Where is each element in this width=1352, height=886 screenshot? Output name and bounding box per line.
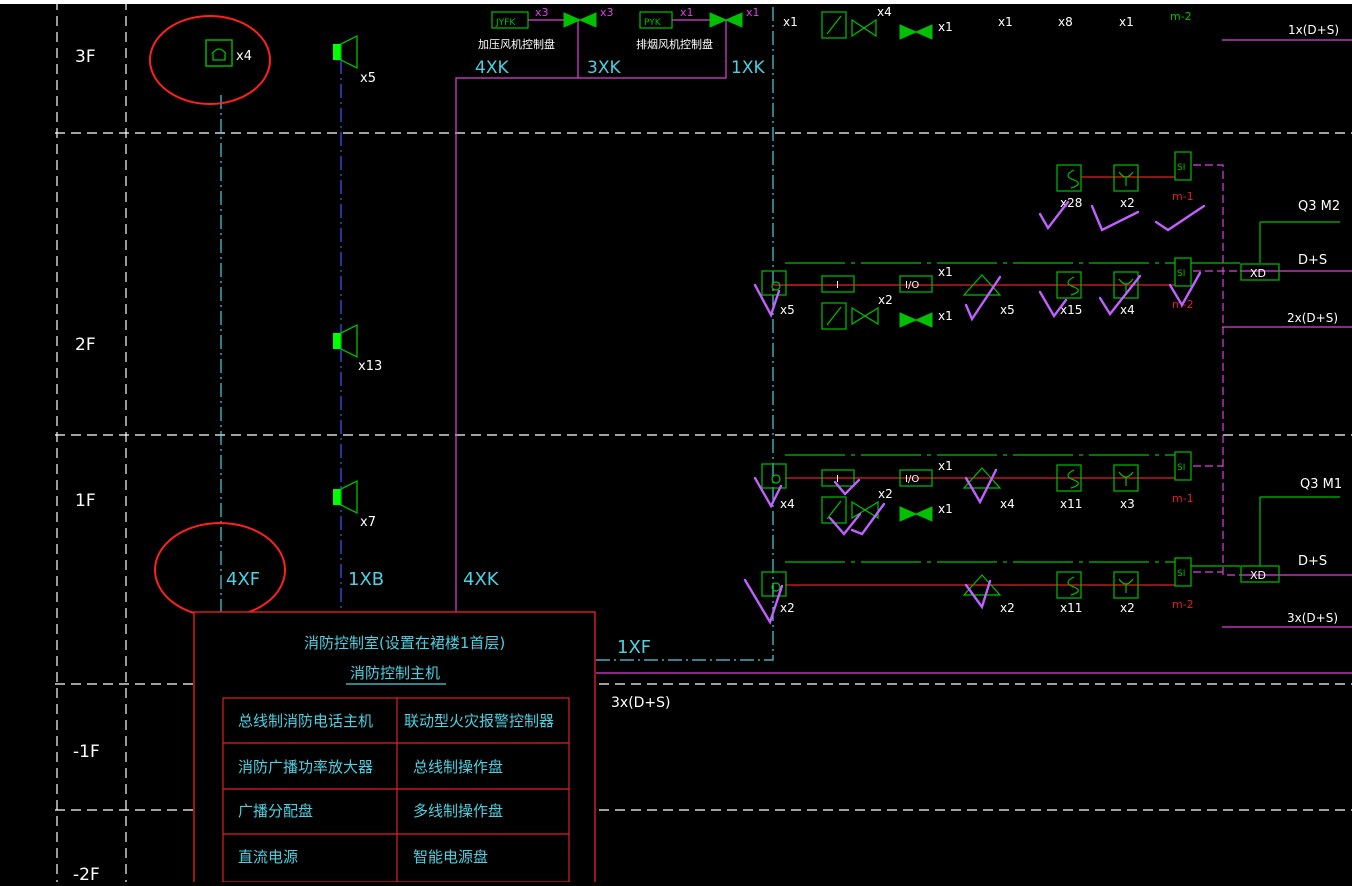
loop-m1: m-1 [1172, 190, 1194, 203]
riser-label-3xk: 3XK [587, 58, 621, 78]
io-label-1f: I/O [905, 474, 919, 485]
equipment-cell: 多线制操作盘 [413, 802, 503, 820]
smoke-fan-label: 排烟风机控制盘 [636, 37, 713, 51]
pressure-fan-label: 加压风机控制盘 [478, 37, 555, 51]
isolator-si-1f-m1: SI [1177, 463, 1185, 473]
input-i-2f: I [836, 280, 839, 291]
riser-label-4xk-lower: 4XK [463, 569, 500, 590]
control-riser [455, 20, 727, 615]
top-x1-c: x1 [783, 15, 798, 29]
count-x4-2f: x4 [1120, 303, 1135, 317]
cable-spec-3ds-main: 3x(D+S) [611, 695, 671, 711]
speaker-icon-2f [333, 323, 358, 359]
highlight-circle-top [149, 15, 271, 105]
count-x2a-1f: x2 [780, 601, 795, 615]
pyk-count: x1 [680, 6, 694, 19]
equipment-cell: 直流电源 [238, 848, 298, 866]
xd-label-2f: XD [1250, 267, 1266, 280]
fire-alarm-system-diagram: 3F 2F 1F -1F -2F JYFK x3 x3 加压风机控制盘 PYK … [0, 0, 1352, 886]
count-x11-1f-b: x11 [1060, 601, 1082, 615]
pyk-label: PYK [644, 18, 662, 28]
count-x4a-1f: x4 [780, 497, 795, 511]
top-x8: x8 [1058, 15, 1073, 29]
count-x4b-1f: x4 [1000, 497, 1015, 511]
count-x1-1f-b: x1 [938, 502, 953, 516]
q3m2-label: Q3 M2 [1298, 199, 1340, 214]
loop-m1-1f: m-1 [1172, 492, 1194, 505]
valve-count-b: x1 [746, 6, 760, 19]
equipment-cell: 总线制操作盘 [413, 758, 503, 776]
ds-label-2f: D+S [1298, 253, 1327, 268]
count-x3-1f: x3 [1120, 497, 1135, 511]
top-x4: x4 [877, 5, 892, 19]
ds3-label-right: 3x(D+S) [1287, 611, 1338, 625]
top-x1-e: x1 [998, 15, 1013, 29]
equipment-cell: 联动型火灾报警控制器 [404, 712, 554, 730]
alarm-bus-riser [596, 0, 774, 661]
isolator-si-1f-m2: SI [1177, 569, 1185, 579]
cad-drawing-canvas: 3F 2F 1F -1F -2F JYFK x3 x3 加压风机控制盘 PYK … [0, 0, 1352, 886]
count-x2b-1f: x2 [1000, 601, 1015, 615]
control-room-subtitle: 消防控制主机 [350, 664, 440, 682]
fan-control-area: JYFK x3 x3 加压风机控制盘 PYK x1 x1 排烟风机控制盘 4XK… [475, 5, 1339, 78]
floor-label-1f: 1F [75, 491, 96, 511]
jyfk-label: JYFK [495, 18, 516, 28]
count-x2-upper: x2 [1120, 196, 1135, 210]
equipment-cell: 总线制消防电话主机 [238, 712, 373, 730]
isolator-si-m2: SI [1177, 269, 1185, 279]
count-x1-2f-a: x1 [938, 265, 953, 279]
highlight-circle-bottom [154, 522, 286, 618]
count-x5b-2f: x5 [1000, 303, 1015, 317]
riser-label-1xf: 1XF [617, 637, 651, 658]
top-ds1: 1x(D+S) [1288, 23, 1339, 37]
valve-icon-a [563, 12, 597, 28]
isolator-si-m1: SI [1177, 163, 1185, 173]
equipment-cell: 智能电源盘 [413, 848, 488, 866]
xd-label-1f: XD [1250, 569, 1266, 582]
top-m2: m-2 [1170, 10, 1192, 23]
zone-2f-lower: x5 I x2 I/O x1 x1 x5 x15 x4 SI m-2 [761, 257, 1194, 330]
control-room-block: 消防控制室(设置在裙楼1首层) 消防控制主机 总线制消防电话主机 联动型火灾报警… [193, 611, 596, 886]
riser-label-4xf: 4XF [226, 569, 260, 590]
top-x1-d: x1 [938, 20, 953, 34]
speaker-count-3f: x5 [360, 71, 376, 86]
equipment-cell: 广播分配盘 [238, 802, 313, 820]
count-x1-1f-a: x1 [938, 459, 953, 473]
floor-label-b1: -1F [73, 742, 100, 762]
floor-label-b2: -2F [73, 865, 100, 882]
ds-label-1f: D+S [1298, 554, 1327, 569]
speaker-icon-3f [333, 34, 358, 70]
riser-label-1xk: 1XK [731, 58, 765, 78]
loop-m2-1f: m-2 [1172, 598, 1194, 611]
ds2-label: 2x(D+S) [1287, 311, 1338, 325]
floor-label-3f: 3F [75, 47, 96, 67]
io-label-2f: I/O [905, 280, 919, 291]
equipment-cell: 消防广播功率放大器 [238, 758, 373, 776]
speaker-icon-1f [333, 479, 358, 515]
phone-broadcast-devices: x4 x5 x13 x7 4XF 1XB 4XK 1XF 3x(D+S) [149, 15, 671, 711]
review-check-marks [743, 200, 1206, 625]
fire-phone-icon [205, 39, 233, 67]
count-x11-1f: x11 [1060, 497, 1082, 511]
count-x5-2f: x5 [780, 303, 795, 317]
phone-count: x4 [236, 49, 252, 64]
control-room-frame [193, 611, 596, 886]
floor-labels: 3F 2F 1F -1F -2F [73, 47, 100, 885]
control-room-title: 消防控制室(设置在裙楼1首层) [304, 634, 505, 652]
floor-label-2f: 2F [75, 335, 96, 355]
valve-count-a: x3 [600, 6, 614, 19]
riser-label-1xb: 1XB [348, 569, 384, 590]
magenta-riser-right [1193, 164, 1240, 576]
q3m1-label: Q3 M1 [1300, 477, 1342, 492]
count-x1-2f-b: x1 [938, 309, 953, 323]
count-x2-1f: x2 [878, 487, 893, 501]
top-x1-f: x1 [1119, 15, 1134, 29]
count-x2-2f: x2 [878, 293, 893, 307]
count-x2c-1f: x2 [1120, 601, 1135, 615]
speaker-count-2f: x13 [358, 359, 382, 374]
speaker-count-1f: x7 [360, 515, 376, 530]
riser-label-4xk: 4XK [475, 58, 509, 78]
top-edge [0, 0, 1352, 4]
jyfk-count: x3 [535, 6, 549, 19]
